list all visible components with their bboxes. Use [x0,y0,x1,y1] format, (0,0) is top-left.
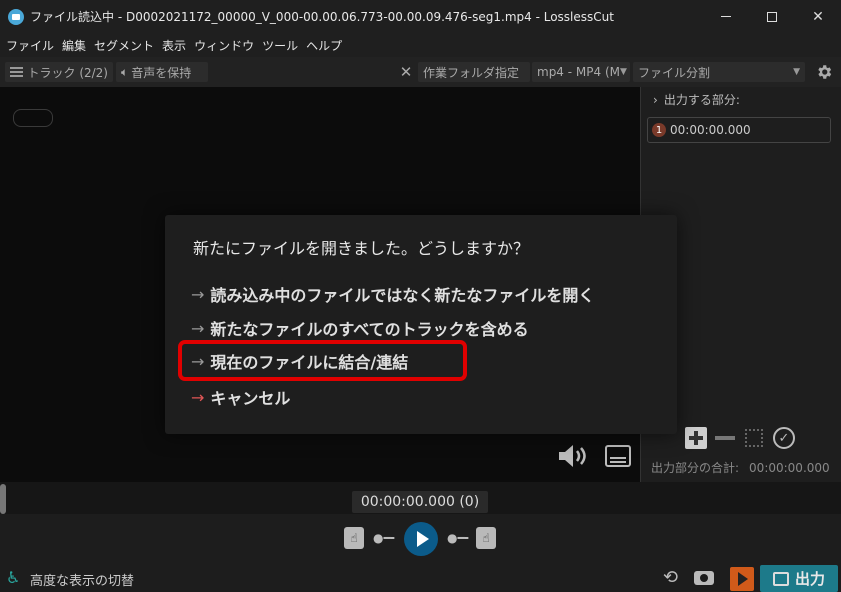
export-label: 出力 [794,570,825,588]
menu-tools[interactable]: ツール [260,37,304,54]
chevron-right-icon[interactable]: › [653,93,658,107]
export-mode-select[interactable]: ファイル分割 ▼ [633,62,805,82]
set-cut-end-button[interactable]: ☝ [476,527,496,549]
export-mode-value: ファイル分割 [638,65,711,80]
export-icon [772,571,789,586]
export-preview-button[interactable] [730,567,754,591]
segment-actions: ✓ [685,426,835,450]
rotate-icon[interactable]: ⟲ [663,567,685,589]
menu-view[interactable]: 表示 [160,37,192,54]
segments-panel-title: › 出力する部分: [653,93,740,107]
current-time-display[interactable]: 00:00:00.000 (0) [352,491,488,513]
keep-audio-button[interactable]: 🔈︎ 音声を保持 [116,62,208,82]
maximize-button[interactable] [749,0,795,33]
playback-controls: ☝ ●━╸ ●━╸ ☝ [0,514,841,564]
gear-icon [818,65,832,79]
chevron-down-icon: ▼ [793,67,800,77]
timeline[interactable]: 00:00:00.000 (0) [0,482,841,514]
speaker-icon: 🔈︎ [121,64,129,79]
minimize-icon [721,16,731,17]
format-select[interactable]: mp4 - MP4 (M ▼ [532,62,630,82]
highlight-box [178,340,467,381]
format-value: mp4 - MP4 (M [537,65,620,79]
arrow-right-icon: → [191,284,205,304]
open-new-file-option[interactable]: → 読み込み中のファイルではなく新たなファイルを開く [191,282,594,306]
work-folder-button[interactable]: 作業フォルダ指定 [418,62,530,82]
prev-keyframe-button[interactable]: ●━╸ [373,527,398,549]
open-file-dialog: 新たにファイルを開きました。どうしますか？ → 読み込み中のファイルではなく新たな… [165,215,677,434]
hand-icon: ☝ [482,531,490,545]
check-icon: ✓ [778,430,790,446]
advanced-view-toggle[interactable]: 高度な表示の切替 [30,570,134,589]
minimize-button[interactable] [703,0,749,33]
menu-window[interactable]: ウィンドウ [192,37,260,54]
menu-bar: ファイル 編集 セグメント 表示 ウィンドウ ツール ヘルプ [0,33,841,57]
arrow-right-icon: → [191,387,205,407]
app-icon [8,8,24,25]
segment-time: 00:00:00.000 [670,123,751,137]
playhead-marker[interactable] [0,484,6,514]
next-keyframe-button[interactable]: ●━╸ [447,527,472,549]
include-all-tracks-option[interactable]: → 新たなファイルのすべてのトラックを含める [191,316,529,340]
menu-help[interactable]: ヘルプ [304,37,348,54]
accessibility-icon[interactable]: ♿︎ [6,568,22,588]
menu-segment[interactable]: セグメント [92,37,160,54]
close-window-button[interactable]: ✕ [795,0,841,33]
settings-button[interactable] [813,62,835,82]
menu-icon [10,67,23,77]
key-icon: ●━╸ [373,531,398,545]
split-segment-button[interactable] [745,429,763,447]
cancel-option[interactable]: → キャンセル [191,385,290,409]
close-icon: ✕ [399,63,413,81]
broadcaster-logo [13,109,53,127]
chevron-down-icon: ▼ [619,67,627,77]
work-folder-label: 作業フォルダ指定 [423,65,520,80]
camera-icon[interactable] [694,571,714,585]
total-value: 00:00:00.000 [749,461,830,475]
total-label: 出力部分の合計: [651,461,740,475]
toolbar: トラック (2/2) 🔈︎ 音声を保持 ✕ 作業フォルダ指定 mp4 - MP4… [0,57,841,87]
dialog-title: 新たにファイルを開きました。どうしますか？ [193,239,530,258]
status-bar: ♿︎ 高度な表示の切替 ⟲ 出力 [0,564,841,592]
tracks-button[interactable]: トラック (2/2) [5,62,113,82]
menu-file[interactable]: ファイル [4,37,60,54]
window-title: ファイル読込中 - D0002021172_00000_V_000-00.00.… [30,10,614,24]
play-button[interactable] [404,522,438,556]
segment-number: 1 [652,123,666,137]
segment-item[interactable]: 1 00:00:00.000 [647,117,831,143]
remove-segment-button[interactable] [715,436,735,440]
menu-edit[interactable]: 編集 [60,37,92,54]
arrow-right-icon: → [191,318,205,338]
clear-work-folder-button[interactable]: ✕ [398,62,414,82]
add-segment-button[interactable] [685,427,707,449]
key-icon: ●━╸ [447,531,472,545]
toggle-segment-button[interactable]: ✓ [773,427,795,449]
keep-audio-label: 音声を保持 [131,65,192,80]
close-icon: ✕ [812,8,824,25]
maximize-icon [767,11,777,22]
title-bar: ファイル読込中 - D0002021172_00000_V_000-00.00.… [0,0,841,33]
set-cut-start-button[interactable]: ☝ [344,527,364,549]
total-duration: 出力部分の合計: 00:00:00.000 [651,459,830,476]
volume-icon[interactable] [557,443,589,469]
hand-icon: ☝ [350,531,358,545]
export-button[interactable]: 出力 [760,565,838,592]
subtitles-icon[interactable] [605,445,631,467]
tracks-label: トラック (2/2) [27,65,109,80]
